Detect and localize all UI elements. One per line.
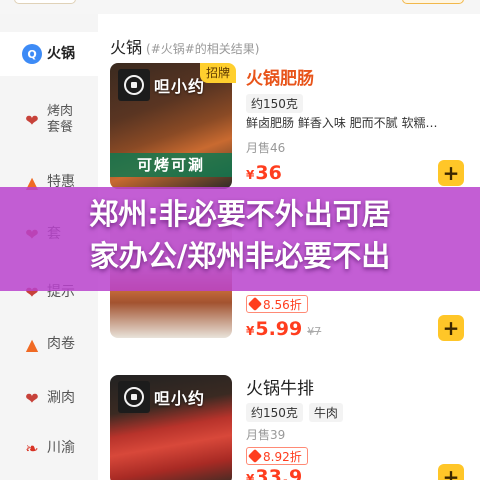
brand-name: 呾小约 — [154, 77, 206, 96]
discount-icon — [247, 448, 263, 464]
top-left-pill[interactable] — [14, 0, 76, 4]
sidebar-item-sichuan[interactable]: ❧ 川渝 — [0, 426, 98, 470]
product-image[interactable]: 呾小约 — [110, 375, 232, 480]
meat-icon: ❤ — [25, 388, 39, 408]
currency-symbol: ¥ — [246, 324, 255, 338]
spec-chip: 约150克 — [246, 403, 303, 422]
headline-line-1: 郑州:非必要不外出可居 — [89, 197, 391, 231]
discount-badge: 8.92折 — [246, 447, 308, 465]
discount-text: 8.56折 — [263, 297, 302, 312]
sidebar-item-shabu-meat[interactable]: ❤ 涮肉 — [0, 376, 98, 420]
sidebar-item-label: 火锅 — [47, 46, 75, 62]
product-description: 鲜卤肥肠 鲜香入味 肥而不腻 软糯… — [246, 116, 438, 130]
sidebar-item-label: 川渝 — [47, 440, 75, 456]
product-name[interactable]: 火锅牛排 — [246, 374, 314, 399]
add-to-cart-button[interactable]: + — [438, 160, 464, 186]
brand-name: 呾小约 — [154, 389, 206, 408]
discount-badge: 8.56折 — [246, 295, 308, 313]
price-value: 33.9 — [255, 466, 303, 480]
top-bar — [0, 0, 480, 14]
currency-symbol: ¥ — [246, 472, 255, 480]
signature-badge: 招牌 — [200, 63, 236, 83]
product-price: ¥ 36 — [246, 162, 282, 184]
brand-logo — [118, 69, 150, 101]
currency-symbol: ¥ — [246, 168, 255, 182]
promo-banner: 可烤可涮 — [110, 153, 232, 177]
spec-chip: 约150克 — [246, 94, 303, 113]
section-title: 火锅 (#火锅#的相关结果) — [110, 34, 260, 58]
plus-icon: + — [442, 316, 460, 340]
section-subtitle: (#火锅#的相关结果) — [146, 42, 260, 56]
sidebar-item-label: 肉卷 — [47, 336, 75, 352]
add-to-cart-button[interactable]: + — [438, 464, 464, 480]
product-name[interactable]: 火锅肥肠 — [246, 64, 314, 89]
original-price: ¥7 — [307, 325, 322, 338]
sidebar-item-bbq-set[interactable]: ❤ 烤肉套餐 — [0, 98, 98, 142]
add-to-cart-button[interactable]: + — [438, 315, 464, 341]
pepper-icon: ❧ — [25, 438, 39, 458]
top-right-pill[interactable] — [402, 0, 464, 4]
sidebar-item-hotpot[interactable]: Q 火锅 — [0, 32, 98, 76]
headline-text: 郑州:非必要不外出可居 家办公/郑州非必要不出 — [0, 193, 480, 277]
price-value: 36 — [255, 162, 282, 184]
meat-icon: ❤ — [25, 110, 39, 130]
sidebar-item-label: 涮肉 — [47, 390, 75, 406]
plus-icon: + — [442, 161, 460, 185]
monthly-sales: 月售46 — [246, 141, 286, 155]
search-icon: Q — [22, 44, 42, 64]
headline-line-2: 家办公/郑州非必要不出 — [89, 239, 391, 273]
section-title-text: 火锅 — [110, 38, 143, 57]
product-spec: 约150克 牛肉 — [246, 403, 343, 422]
spec-chip: 牛肉 — [308, 403, 343, 422]
brand-logo — [118, 381, 150, 413]
product-price: ¥ 33.9 — [246, 466, 302, 480]
sidebar-item-label: 烤肉套餐 — [47, 104, 74, 135]
sidebar-item-meat-roll[interactable]: ▲ 肉卷 — [0, 322, 98, 366]
discount-text: 8.92折 — [263, 449, 302, 464]
discount-icon — [247, 296, 263, 312]
plus-icon: + — [442, 465, 460, 480]
product-price: ¥ 5.99 ¥7 — [246, 318, 321, 340]
fire-icon: ▲ — [25, 334, 39, 354]
price-value: 5.99 — [255, 318, 303, 340]
product-spec: 约150克 — [246, 94, 303, 113]
monthly-sales: 月售39 — [246, 428, 286, 442]
